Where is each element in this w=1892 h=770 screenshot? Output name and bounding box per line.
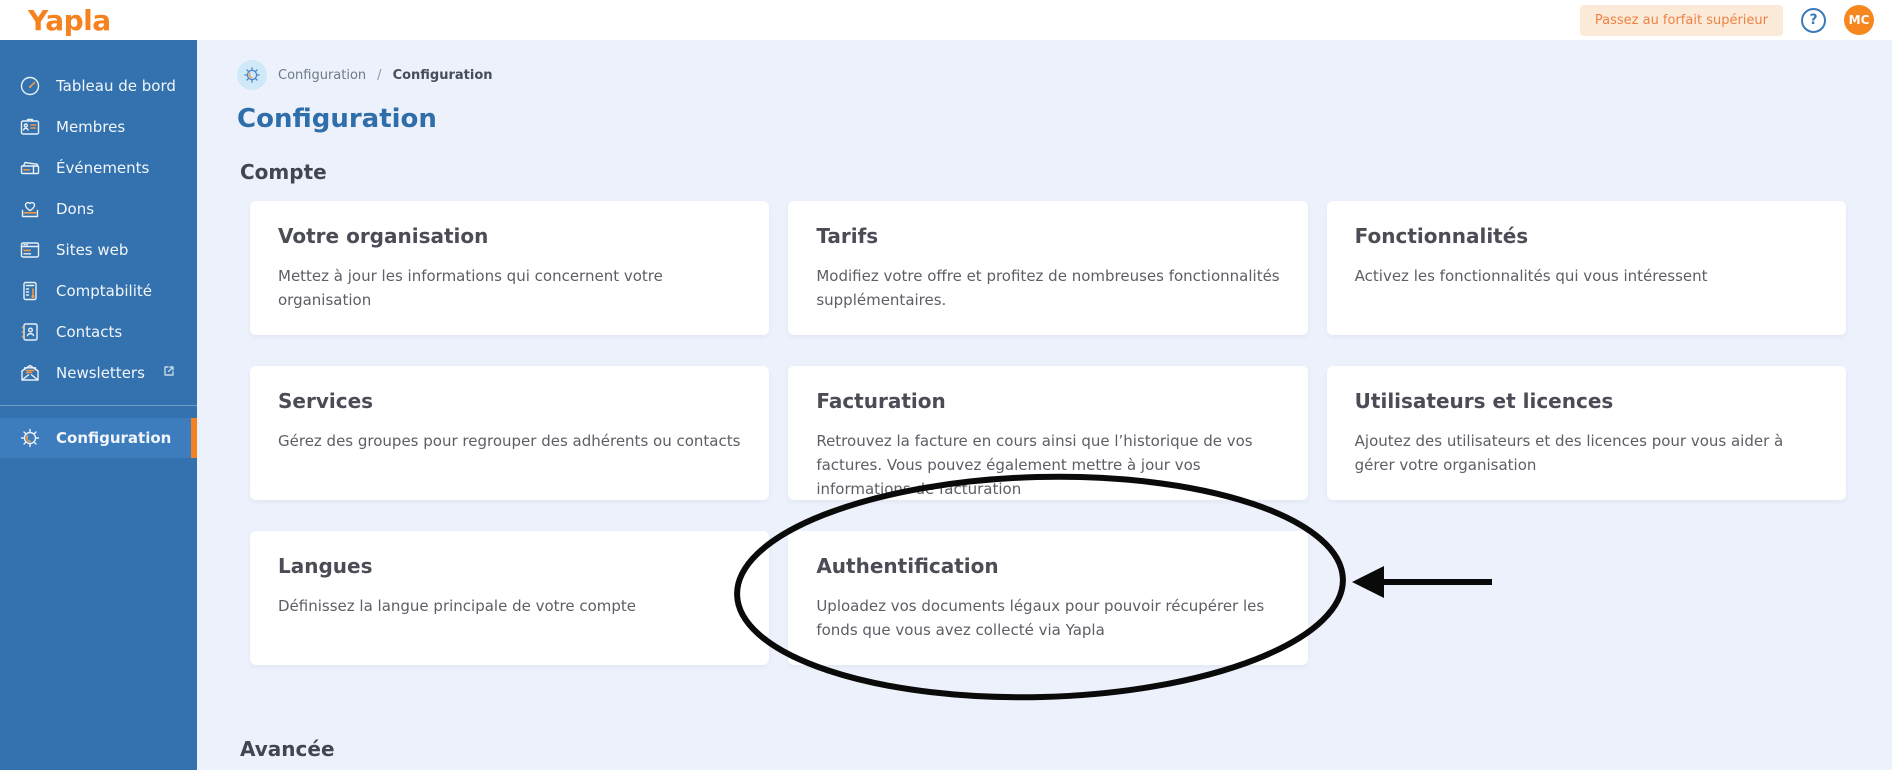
card-description: Activez les fonctionnalités qui vous int… (1355, 264, 1818, 288)
card-title: Facturation (816, 388, 1279, 415)
sidebar-item-configuration[interactable]: Configuration (0, 418, 197, 458)
sidebar-item-dons[interactable]: Dons (0, 188, 197, 229)
card-langues[interactable]: Langues Définissez la langue principale … (250, 531, 769, 665)
sidebar-item-label: Contacts (56, 323, 122, 341)
card-description: Définissez la langue principale de votre… (278, 594, 741, 618)
section-heading-compte: Compte (240, 161, 1892, 184)
external-link-icon (158, 364, 176, 382)
card-title: Services (278, 388, 741, 415)
card-utilisateurs-et-licences[interactable]: Utilisateurs et licences Ajoutez des uti… (1327, 366, 1846, 500)
card-authentification[interactable]: Authentification Uploadez vos documents … (788, 531, 1307, 665)
upgrade-plan-button[interactable]: Passez au forfait supérieur (1580, 5, 1783, 36)
sidebar-item-comptabilite[interactable]: Comptabilité (0, 270, 197, 311)
card-title: Langues (278, 553, 741, 580)
sidebar-item-contacts[interactable]: Contacts (0, 311, 197, 352)
breadcrumb: Configuration / Configuration (237, 60, 1892, 90)
sidebar: Tableau de bord Membres Événements Dons … (0, 40, 197, 770)
sidebar-item-sites-web[interactable]: Sites web (0, 229, 197, 270)
card-votre-organisation[interactable]: Votre organisation Mettez à jour les inf… (250, 201, 769, 335)
envelope-icon (17, 360, 43, 386)
card-tarifs[interactable]: Tarifs Modifiez votre offre et profitez … (788, 201, 1307, 335)
yapla-logo: Yapla (28, 4, 111, 37)
sidebar-divider (0, 405, 197, 406)
sidebar-item-label: Sites web (56, 241, 128, 259)
card-description: Modifiez votre offre et profitez de nomb… (816, 264, 1279, 312)
section-heading-avancee: Avancée (240, 738, 1892, 761)
card-description: Uploadez vos documents légaux pour pouvo… (816, 594, 1279, 642)
sidebar-item-evenements[interactable]: Événements (0, 147, 197, 188)
sidebar-item-label: Configuration (56, 429, 171, 447)
dashboard-icon (17, 73, 43, 99)
card-facturation[interactable]: Facturation Retrouvez la facture en cour… (788, 366, 1307, 500)
sidebar-item-label: Tableau de bord (56, 77, 176, 95)
card-title: Authentification (816, 553, 1279, 580)
breadcrumb-gear-icon (237, 60, 267, 90)
id-card-icon (17, 114, 43, 140)
sidebar-item-label: Comptabilité (56, 282, 152, 300)
sidebar-item-newsletters[interactable]: Newsletters (0, 352, 197, 393)
sidebar-item-label: Dons (56, 200, 94, 218)
page-title: Configuration (237, 104, 1892, 134)
help-icon[interactable]: ? (1801, 8, 1826, 33)
card-title: Fonctionnalités (1355, 223, 1818, 250)
address-book-icon (17, 319, 43, 345)
card-description: Mettez à jour les informations qui conce… (278, 264, 741, 312)
card-title: Votre organisation (278, 223, 741, 250)
browser-icon (17, 237, 43, 263)
sidebar-item-label: Événements (56, 159, 149, 177)
card-fonctionnalites[interactable]: Fonctionnalités Activez les fonctionnali… (1327, 201, 1846, 335)
card-description: Gérez des groupes pour regrouper des adh… (278, 429, 741, 453)
card-description: Ajoutez des utilisateurs et des licences… (1355, 429, 1818, 477)
donation-heart-icon (17, 196, 43, 222)
main-content: Configuration / Configuration Configurat… (197, 40, 1892, 770)
avatar[interactable]: MC (1844, 5, 1874, 35)
breadcrumb-current: Configuration (393, 68, 493, 83)
sidebar-item-label: Newsletters (56, 364, 145, 382)
sidebar-item-membres[interactable]: Membres (0, 106, 197, 147)
card-services[interactable]: Services Gérez des groupes pour regroupe… (250, 366, 769, 500)
sidebar-item-tableau-de-bord[interactable]: Tableau de bord (0, 65, 197, 106)
tickets-icon (17, 155, 43, 181)
card-description: Retrouvez la facture en cours ainsi que … (816, 429, 1279, 501)
sidebar-item-label: Membres (56, 118, 125, 136)
app-window: Yapla Passez au forfait supérieur ? MC T… (0, 0, 1892, 770)
gear-icon (17, 425, 43, 451)
settings-cards-grid: Votre organisation Mettez à jour les inf… (250, 201, 1846, 665)
top-bar: Yapla Passez au forfait supérieur ? MC (0, 0, 1892, 40)
card-title: Utilisateurs et licences (1355, 388, 1818, 415)
breadcrumb-separator: / (377, 68, 381, 83)
breadcrumb-parent-link[interactable]: Configuration (278, 68, 366, 83)
card-title: Tarifs (816, 223, 1279, 250)
topbar-actions: Passez au forfait supérieur ? MC (1580, 5, 1874, 36)
calculator-icon (17, 278, 43, 304)
